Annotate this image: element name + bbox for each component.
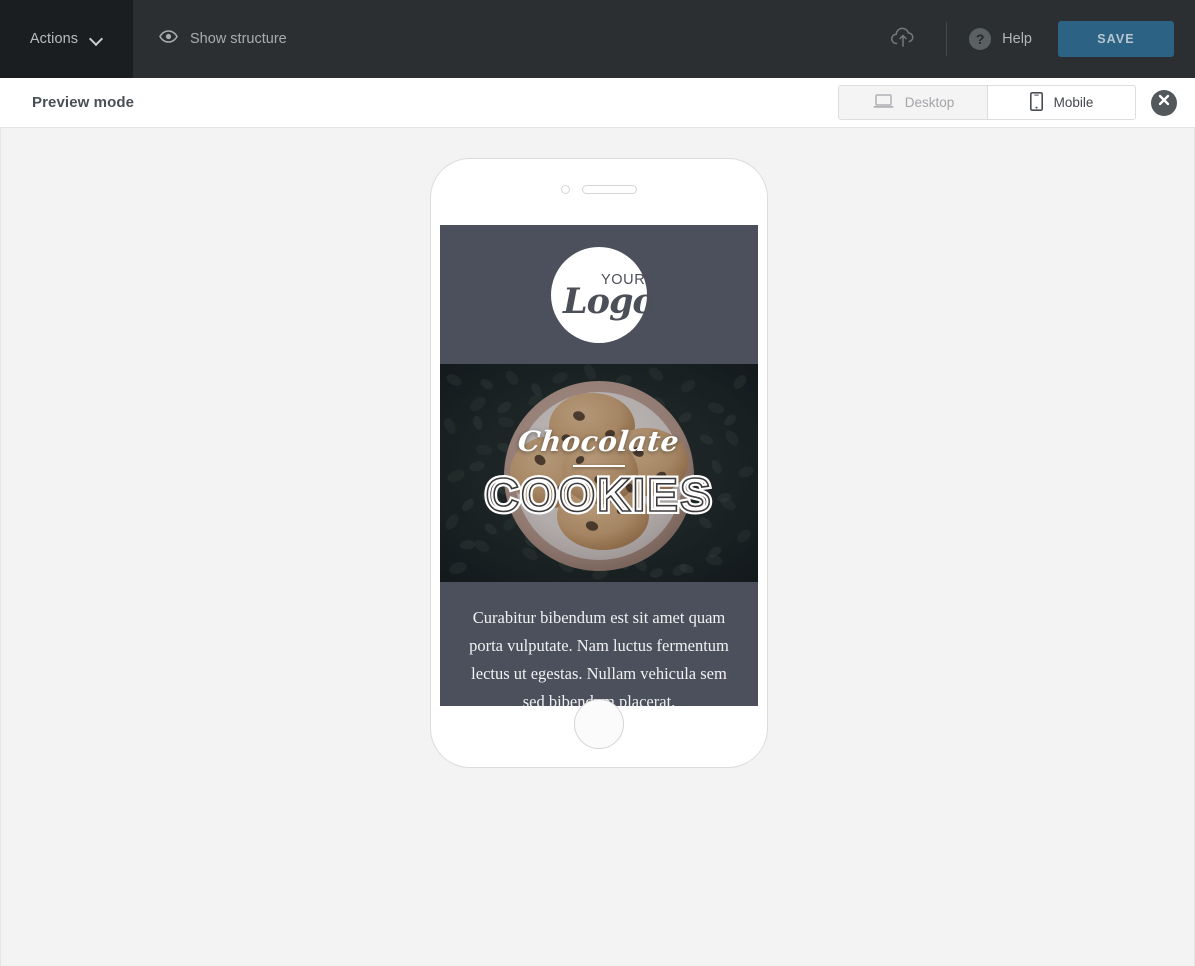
phone-camera-icon (561, 185, 570, 194)
phone-mockup: YOUR Logo Chocolate COOKIES COOKIES Cura… (430, 158, 768, 768)
help-button[interactable]: ? Help (969, 28, 1032, 50)
actions-menu-label: Actions (29, 31, 79, 47)
close-circle-icon (1157, 93, 1171, 112)
close-preview-button[interactable] (1151, 89, 1177, 116)
viewport-option-desktop[interactable]: Desktop (839, 86, 988, 119)
eye-icon (159, 30, 178, 48)
upload-button[interactable] (876, 0, 930, 78)
hero-script-text: Chocolate (516, 425, 682, 458)
logo-circle: YOUR Logo (551, 246, 656, 343)
hero-headline-inner: COOKIES (485, 468, 713, 521)
save-button[interactable]: SAVE (1058, 21, 1174, 57)
viewport-option-mobile[interactable]: Mobile (987, 86, 1135, 119)
page-title: Preview mode (32, 94, 135, 111)
hero-caption: Chocolate COOKIES COOKIES (440, 364, 758, 582)
email-body-block: Curabitur bibendum est sit amet quam por… (440, 582, 758, 706)
preview-mode-bar: Preview mode Desktop Mobile (0, 78, 1195, 128)
show-structure-label: Show structure (190, 31, 287, 47)
email-logo-block: YOUR Logo (440, 225, 758, 364)
phone-top-hardware (431, 185, 767, 194)
cloud-upload-icon (890, 26, 916, 53)
actions-menu-button[interactable]: Actions (0, 0, 133, 78)
laptop-icon (873, 93, 894, 112)
toolbar-right-group: ? Help SAVE (876, 0, 1195, 78)
phone-home-button[interactable] (574, 699, 624, 749)
email-body-text: Curabitur bibendum est sit amet quam por… (469, 608, 729, 706)
phone-speaker-icon (582, 185, 637, 194)
preview-stage: YOUR Logo Chocolate COOKIES COOKIES Cura… (0, 128, 1195, 966)
hero-divider (573, 465, 625, 467)
show-structure-toggle[interactable]: Show structure (133, 0, 287, 78)
question-mark-icon: ? (969, 28, 992, 50)
logo-script-text: Logo (563, 280, 656, 322)
chevron-down-icon (90, 33, 103, 46)
viewport-option-mobile-label: Mobile (1053, 95, 1094, 110)
viewport-toggle-group: Desktop Mobile (838, 85, 1136, 120)
help-label: Help (1002, 31, 1032, 47)
toolbar-divider (946, 22, 948, 56)
top-toolbar: Actions Show structure ? Help SAVE (0, 0, 1195, 78)
phone-screen: YOUR Logo Chocolate COOKIES COOKIES Cura… (440, 225, 758, 706)
smartphone-icon (1029, 91, 1043, 114)
email-hero-block: Chocolate COOKIES COOKIES (440, 364, 758, 582)
viewport-option-desktop-label: Desktop (904, 95, 955, 110)
